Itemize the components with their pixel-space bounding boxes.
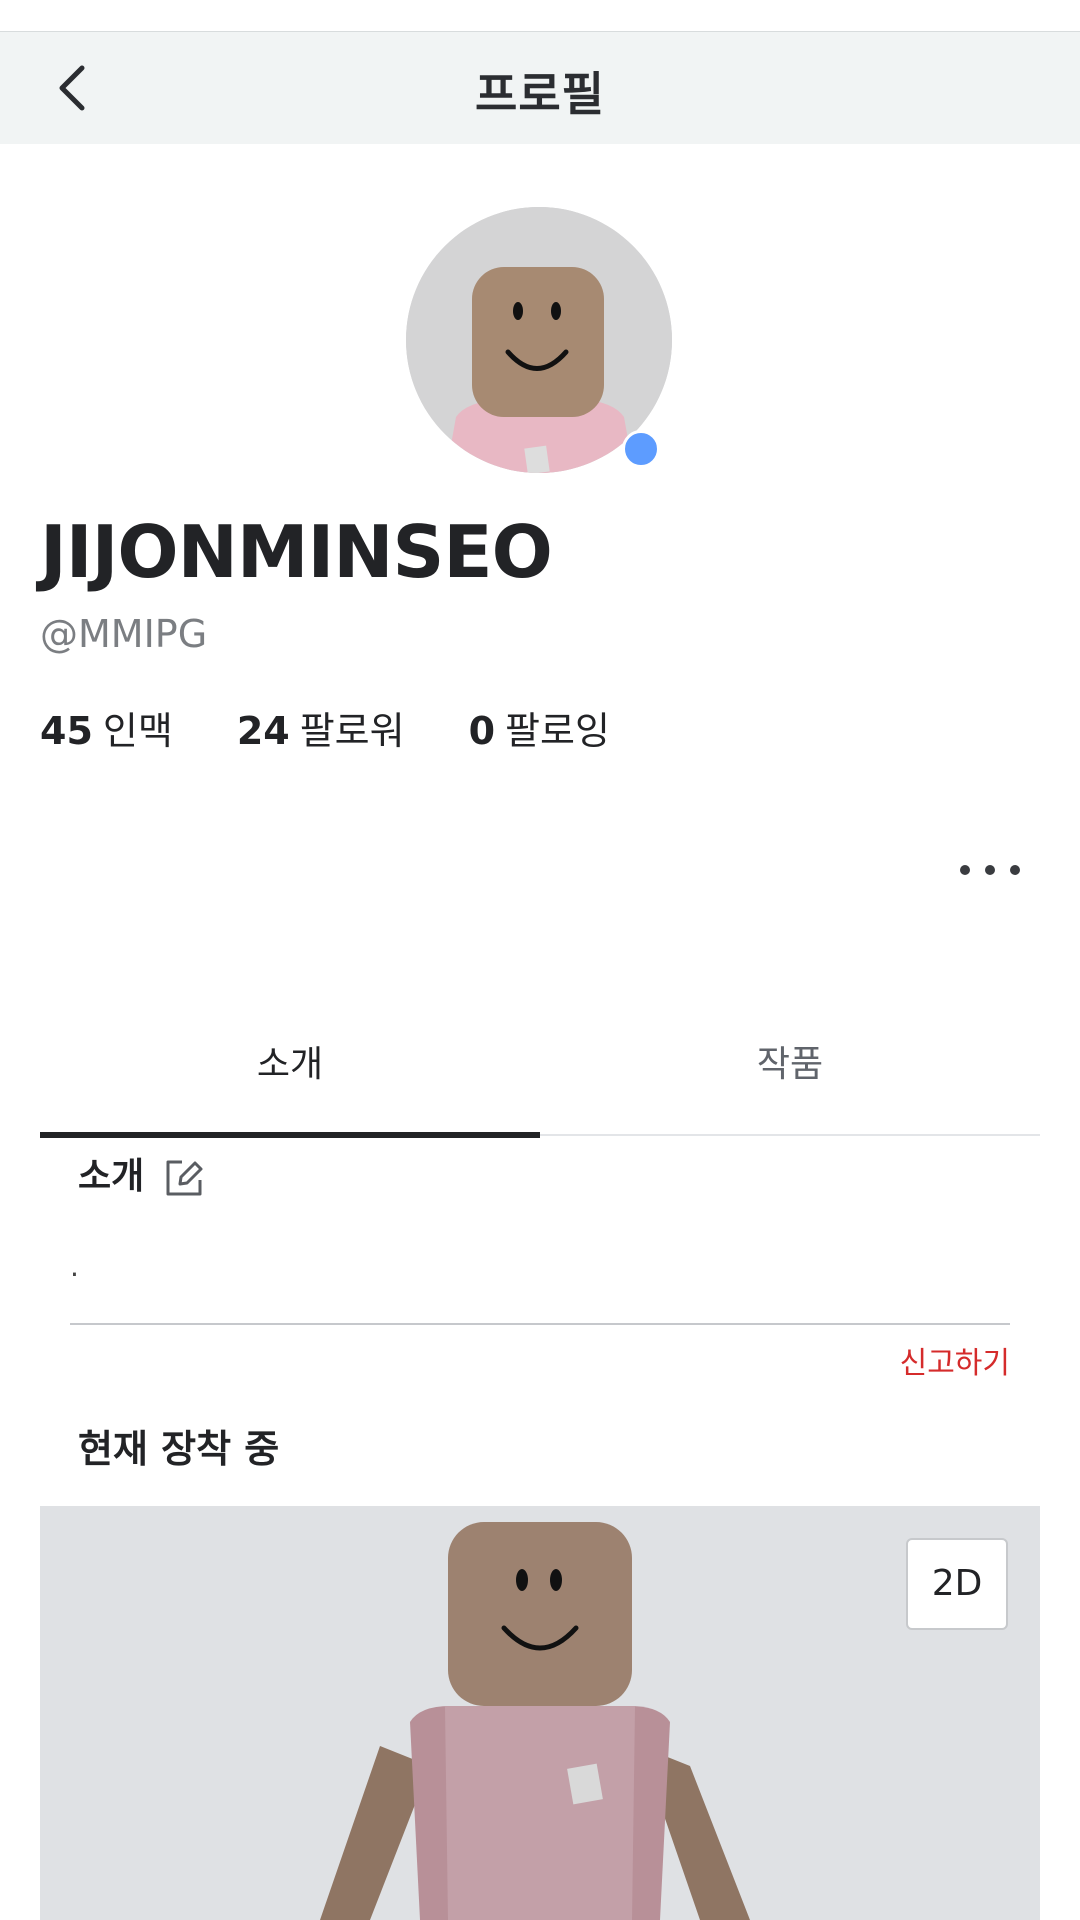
- about-header: 소개: [78, 1146, 206, 1200]
- currently-wearing-title: 현재 장착 중: [78, 1427, 280, 1471]
- app-header: 프로필: [0, 32, 1080, 144]
- profile-stats: 45 인맥 24 팔로워 0 팔로잉: [40, 700, 674, 755]
- tab-about[interactable]: 소개: [40, 1020, 540, 1138]
- stat-followers[interactable]: 24 팔로워: [237, 700, 405, 755]
- stat-count: 45: [40, 709, 93, 753]
- about-title: 소개: [78, 1156, 145, 1197]
- view-2d-toggle-button[interactable]: 2D: [906, 1538, 1008, 1630]
- stat-count: 0: [468, 709, 496, 753]
- stat-label: 인맥: [102, 709, 173, 753]
- profile-tabs: 소개 작품: [40, 1020, 1040, 1138]
- avatar-figure-image: [40, 1506, 1040, 1920]
- about-text: .: [70, 1250, 79, 1283]
- stat-connections[interactable]: 45 인맥: [40, 700, 173, 755]
- display-name: JIJONMINSEO: [40, 510, 553, 594]
- stat-count: 24: [236, 709, 290, 753]
- divider: [70, 1323, 1010, 1325]
- tab-creations[interactable]: 작품: [540, 1020, 1040, 1136]
- edit-icon[interactable]: [162, 1156, 206, 1200]
- stat-label: 팔로잉: [505, 709, 610, 753]
- avatar-3d-viewer[interactable]: 2D: [40, 1506, 1040, 1920]
- stat-following[interactable]: 0 팔로잉: [469, 700, 610, 755]
- online-status-indicator: [622, 430, 660, 468]
- more-horizontal-icon: [960, 865, 970, 875]
- status-bar: [0, 0, 1080, 32]
- page-title: 프로필: [475, 67, 605, 121]
- report-abuse-link[interactable]: 신고하기: [900, 1338, 1010, 1382]
- stat-label: 팔로워: [299, 709, 405, 753]
- more-options-button[interactable]: [960, 850, 1020, 890]
- username: @MMIPG: [40, 612, 208, 656]
